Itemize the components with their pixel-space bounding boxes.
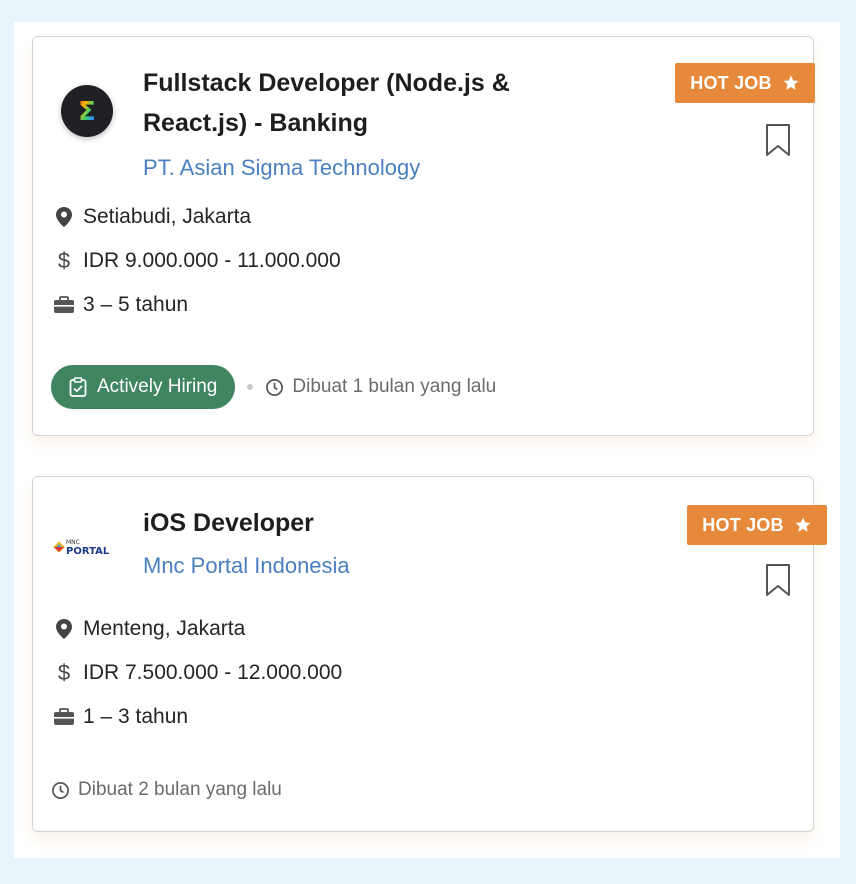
separator-dot <box>247 384 254 390</box>
bookmark-icon[interactable] <box>765 123 791 157</box>
company-name-link[interactable]: Mnc Portal Indonesia <box>143 553 350 579</box>
card-footer: Actively Hiring Dibuat 1 bulan yang lalu <box>51 365 496 409</box>
job-list-panel: Σ Fullstack Developer (Node.js & React.j… <box>14 22 840 858</box>
dollar-icon: $ <box>57 248 71 273</box>
job-card[interactable]: Σ Fullstack Developer (Node.js & React.j… <box>32 36 815 436</box>
actively-hiring-label: Actively Hiring <box>97 376 218 397</box>
posted-time: Dibuat 2 bulan yang lalu <box>51 779 282 801</box>
experience-text: 3 – 5 tahun <box>83 293 189 316</box>
experience-text: 1 – 3 tahun <box>83 705 189 728</box>
svg-text:PORTAL: PORTAL <box>66 546 110 557</box>
salary-text: IDR 7.500.000 - 12.000.000 <box>83 661 343 684</box>
job-experience: 3 – 5 tahun <box>53 293 188 317</box>
job-salary: $ IDR 9.000.000 - 11.000.000 <box>53 248 341 273</box>
job-title-line-1[interactable]: Fullstack Developer (Node.js & <box>143 69 510 97</box>
company-logo[interactable]: Σ <box>61 85 113 137</box>
job-salary: $ IDR 7.500.000 - 12.000.000 <box>53 660 343 685</box>
job-title[interactable]: Fullstack Developer (Node.js & React.js)… <box>143 63 583 143</box>
job-title[interactable]: iOS Developer <box>143 503 583 543</box>
hot-job-label: HOT JOB <box>690 72 772 93</box>
location-pin-icon <box>53 206 75 228</box>
salary-text: IDR 9.000.000 - 11.000.000 <box>83 249 341 272</box>
briefcase-icon <box>53 706 75 728</box>
bookmark-icon[interactable] <box>765 563 791 597</box>
clock-icon <box>52 781 69 799</box>
job-location: Menteng, Jakarta <box>53 617 245 641</box>
svg-text:MNC: MNC <box>66 539 80 546</box>
company-logo[interactable]: MNC PORTAL <box>51 535 121 561</box>
posted-time: Dibuat 1 bulan yang lalu <box>265 376 496 398</box>
actively-hiring-badge: Actively Hiring <box>51 365 236 409</box>
briefcase-icon <box>53 294 75 316</box>
sigma-logo-icon: Σ <box>78 97 96 126</box>
job-title-line-2[interactable]: React.js) - Banking <box>143 109 368 137</box>
clock-icon <box>266 378 284 396</box>
mnc-portal-logo-icon: MNC PORTAL <box>53 539 110 557</box>
dollar-icon: $ <box>57 660 71 685</box>
job-card[interactable]: MNC PORTAL iOS Developer Mnc Portal Indo… <box>32 476 827 832</box>
clipboard-check-icon <box>69 377 87 397</box>
location-text: Menteng, Jakarta <box>83 617 246 640</box>
location-text: Setiabudi, Jakarta <box>83 205 252 228</box>
hot-job-badge: HOT JOB <box>687 505 827 545</box>
star-icon <box>783 75 799 90</box>
hot-job-label: HOT JOB <box>702 514 784 535</box>
star-icon <box>795 517 811 532</box>
posted-time-text: Dibuat 2 bulan yang lalu <box>78 779 282 800</box>
job-location: Setiabudi, Jakarta <box>53 205 251 229</box>
card-footer: Dibuat 2 bulan yang lalu <box>51 779 282 801</box>
hot-job-badge: HOT JOB <box>675 63 815 103</box>
svg-text:Σ: Σ <box>78 97 96 126</box>
posted-time-text: Dibuat 1 bulan yang lalu <box>292 376 497 397</box>
job-experience: 1 – 3 tahun <box>53 705 188 729</box>
company-name-link[interactable]: PT. Asian Sigma Technology <box>143 155 420 181</box>
location-pin-icon <box>53 618 75 640</box>
